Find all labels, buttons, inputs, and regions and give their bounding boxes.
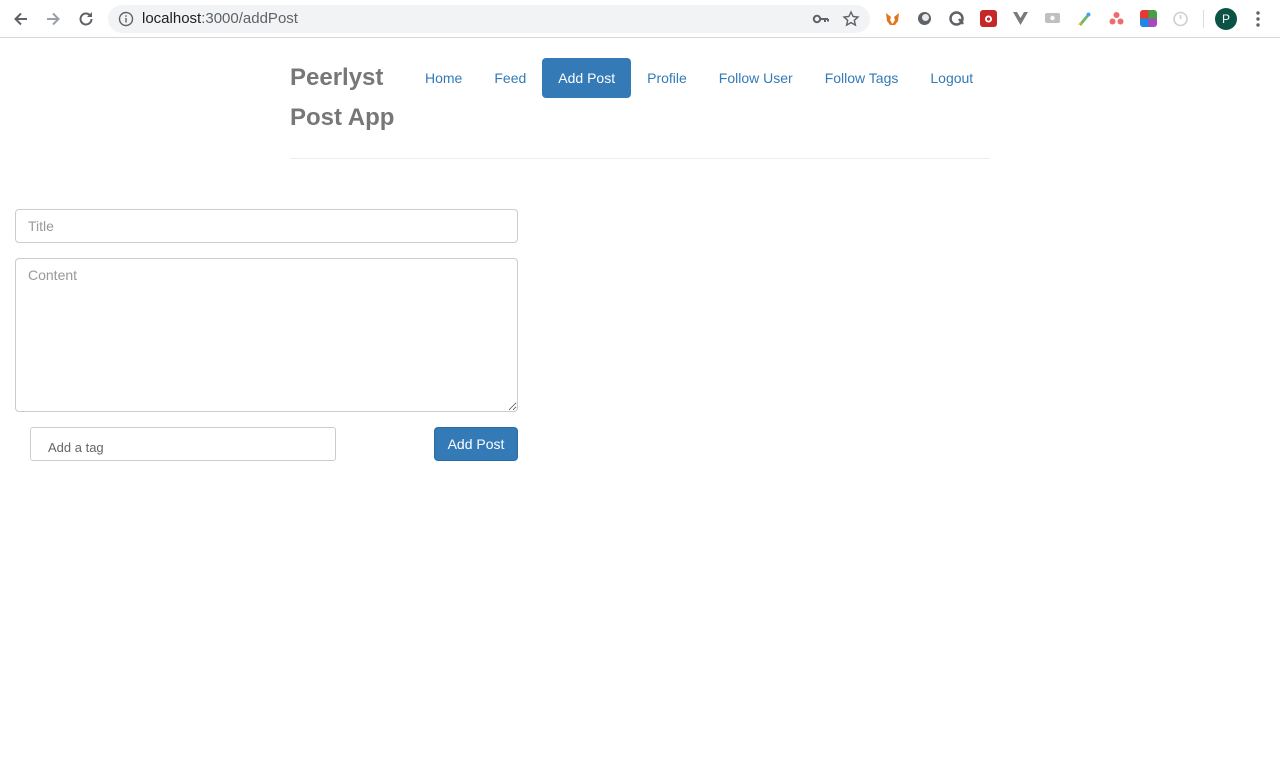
- app-brand[interactable]: Peerlyst Post App: [290, 58, 410, 138]
- circle-extension-icon[interactable]: [916, 10, 933, 27]
- nav-follow-user[interactable]: Follow User: [703, 58, 809, 98]
- color-palette-icon[interactable]: [1140, 10, 1157, 27]
- content-textarea[interactable]: [15, 258, 518, 412]
- nav-add-post[interactable]: Add Post: [542, 58, 632, 98]
- asana-icon[interactable]: [1108, 10, 1125, 27]
- arrow-left-icon: [14, 12, 27, 26]
- title-input[interactable]: [15, 209, 518, 243]
- refresh-extension-icon[interactable]: [948, 10, 965, 27]
- star-icon[interactable]: [842, 10, 860, 28]
- nav-follow-tags[interactable]: Follow Tags: [809, 58, 915, 98]
- nav-profile[interactable]: Profile: [631, 58, 703, 98]
- profile-avatar[interactable]: P: [1215, 8, 1237, 30]
- vue-devtools-icon[interactable]: [1012, 10, 1029, 27]
- tag-input[interactable]: [30, 427, 336, 461]
- nav-home[interactable]: Home: [409, 58, 478, 98]
- reload-button[interactable]: [75, 8, 97, 30]
- key-icon[interactable]: [812, 11, 830, 27]
- browser-toolbar: localhost:3000/addPost P: [0, 0, 1280, 38]
- address-bar[interactable]: localhost:3000/addPost: [108, 5, 870, 33]
- forward-button[interactable]: [42, 8, 64, 30]
- nav-logout[interactable]: Logout: [914, 58, 989, 98]
- paint-extension-icon[interactable]: [1076, 10, 1093, 27]
- chat-extension-icon[interactable]: [1044, 10, 1061, 27]
- bug-extension-icon[interactable]: [980, 10, 997, 27]
- toolbar-separator: [1203, 10, 1204, 28]
- back-button[interactable]: [10, 8, 32, 30]
- url-text[interactable]: localhost:3000/addPost: [142, 11, 298, 27]
- info-icon[interactable]: [118, 11, 134, 27]
- main-nav: Home Feed Add Post Profile Follow User F…: [409, 58, 989, 98]
- header-divider: [290, 158, 990, 159]
- timer-extension-icon[interactable]: [1172, 10, 1189, 27]
- reload-icon: [79, 12, 93, 26]
- arrow-right-icon: [47, 12, 60, 26]
- url-path: :3000/addPost: [201, 10, 298, 27]
- add-post-button[interactable]: Add Post: [434, 427, 518, 461]
- url-host: localhost: [142, 10, 202, 27]
- menu-dots-icon[interactable]: [1250, 9, 1266, 29]
- nav-feed[interactable]: Feed: [478, 58, 542, 98]
- metamask-fox-icon[interactable]: [884, 10, 901, 27]
